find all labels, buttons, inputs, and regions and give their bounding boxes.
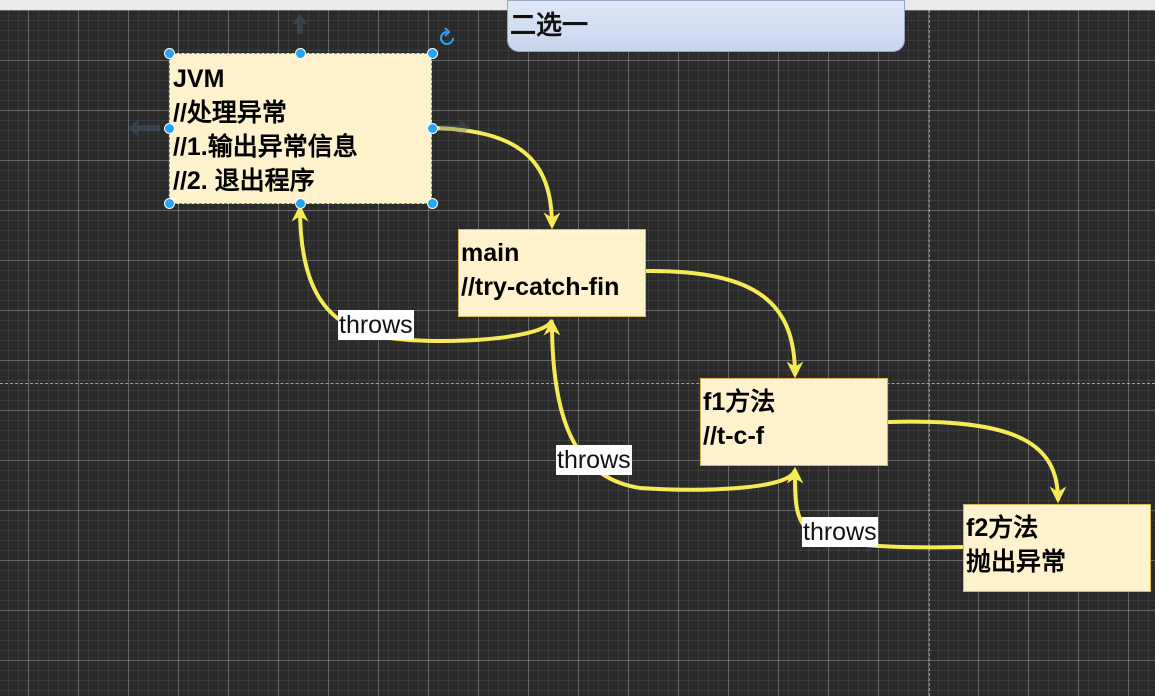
node-f1-line-1: f1方法 — [703, 388, 776, 416]
resize-handle-bottom-right[interactable] — [427, 198, 438, 209]
edge-label-throws[interactable]: throws — [802, 517, 878, 547]
move-up-arrow-icon[interactable] — [292, 14, 308, 34]
node-jvm-line-1: JVM — [173, 65, 225, 93]
resize-handle-top[interactable] — [295, 48, 306, 59]
edge-jvm-to-main[interactable] — [431, 126, 561, 230]
node-main-line-2: //try-catch-fin — [461, 273, 620, 301]
node-jvm-line-3: //1.输出异常信息 — [173, 133, 358, 161]
node-jvm-line-2: //处理异常 — [173, 99, 287, 127]
node-f2[interactable]: f2方法 抛出异常 — [963, 504, 1151, 592]
resize-handle-top-left[interactable] — [164, 48, 175, 59]
node-jvm[interactable]: JVM //处理异常 //1.输出异常信息 //2. 退出程序 — [169, 53, 432, 204]
resize-handle-right[interactable] — [427, 123, 438, 134]
edge-label-throws[interactable]: throws — [338, 310, 414, 340]
edge-main-to-f1[interactable] — [645, 268, 804, 379]
node-f2-line-1: f2方法 — [966, 514, 1039, 542]
edge-label-throws[interactable]: throws — [556, 445, 632, 475]
rotate-icon[interactable] — [440, 27, 454, 45]
edge-f1-to-f2[interactable] — [887, 419, 1067, 504]
resize-handle-bottom[interactable] — [295, 198, 306, 209]
node-f1-line-2: //t-c-f — [703, 422, 765, 450]
resize-handle-left[interactable] — [164, 123, 175, 134]
node-jvm-line-4: //2. 退出程序 — [173, 167, 315, 195]
move-left-arrow-icon[interactable] — [128, 120, 160, 136]
node-main[interactable]: main //try-catch-fin — [458, 229, 646, 317]
resize-handle-top-right[interactable] — [427, 48, 438, 59]
move-right-arrow-icon[interactable] — [440, 120, 470, 136]
resize-handle-bottom-left[interactable] — [164, 198, 175, 209]
node-f2-line-2: 抛出异常 — [966, 548, 1067, 576]
node-main-line-1: main — [461, 239, 520, 267]
node-f1[interactable]: f1方法 //t-c-f — [700, 378, 888, 466]
